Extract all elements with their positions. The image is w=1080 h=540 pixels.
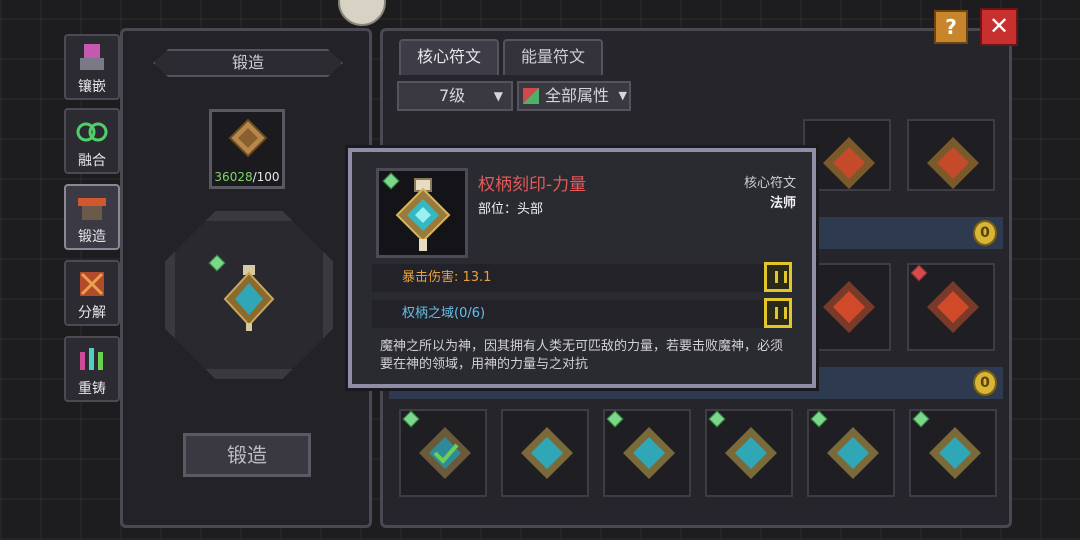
- rune-icon: [929, 427, 981, 479]
- lock-icon[interactable]: [764, 262, 792, 292]
- material-need: 100: [256, 170, 280, 184]
- attribute-filter-icon: [523, 88, 539, 104]
- material-have: 36028: [214, 170, 253, 184]
- rune-slot[interactable]: [907, 263, 995, 351]
- help-button[interactable]: ?: [934, 10, 968, 44]
- rune-slot[interactable]: [603, 409, 691, 497]
- side-nav: 镶嵌 融合 锻造 分解 重铸: [60, 30, 126, 410]
- rune-icon: [725, 427, 777, 479]
- stat-row: 暴击伤害: 13.1: [372, 262, 792, 292]
- rune-slot[interactable]: [501, 409, 589, 497]
- rune-slot[interactable]: [807, 409, 895, 497]
- rune-class: 法师: [769, 196, 796, 211]
- rune-icon: [927, 137, 979, 189]
- forge-button[interactable]: 锻造: [183, 433, 311, 477]
- rune-slot[interactable]: [907, 119, 995, 191]
- rune-slot-info: 部位：头部: [478, 202, 544, 217]
- rune-icon: [521, 427, 573, 479]
- nav-label: 分解: [78, 305, 106, 321]
- level-filter-value: 7级: [439, 86, 466, 105]
- forge-target-rune-icon[interactable]: [219, 263, 279, 333]
- stat-text: 暴击伤害: 13.1: [402, 270, 492, 285]
- rune-category: 核心符文: [743, 176, 796, 191]
- close-button[interactable]: ✕: [980, 8, 1018, 46]
- nav-fuse[interactable]: 融合: [64, 108, 120, 174]
- rune-slot[interactable]: [705, 409, 793, 497]
- nav-label: 锻造: [78, 229, 106, 245]
- rune-slot[interactable]: [399, 409, 487, 497]
- nav-label: 镶嵌: [78, 79, 106, 95]
- decompose-icon: [80, 272, 104, 296]
- tab-energy-rune[interactable]: 能量符文: [503, 39, 603, 75]
- rune-icon: [419, 427, 471, 479]
- rune-icon: [823, 281, 875, 333]
- inlay-icon: [80, 44, 104, 70]
- nav-inlay[interactable]: 镶嵌: [64, 34, 120, 100]
- nav-forge[interactable]: 锻造: [64, 184, 120, 250]
- chevron-down-icon: ▼: [618, 89, 627, 102]
- tooltip-rune-frame: [376, 168, 468, 258]
- tab-core-rune[interactable]: 核心符文: [399, 39, 499, 75]
- rune-slot[interactable]: [803, 263, 891, 351]
- nav-decompose[interactable]: 分解: [64, 260, 120, 326]
- rune-icon: [623, 427, 675, 479]
- forge-icon: [78, 198, 106, 220]
- forge-title: 锻造: [153, 49, 343, 77]
- material-count: 36028/100: [212, 170, 282, 184]
- rune-tooltip: 权柄刻印-力量 部位：头部 核心符文 法师 暴击伤害: 13.1 权柄之域(0/…: [348, 148, 816, 388]
- coin-icon[interactable]: 0: [973, 220, 997, 246]
- rune-icon: [827, 427, 879, 479]
- rune-slot[interactable]: [803, 119, 891, 191]
- set-bonus-row: 权柄之域(0/6): [372, 298, 792, 328]
- attribute-filter-dropdown[interactable]: 全部属性 ▼: [517, 81, 631, 111]
- rune-icon: [823, 137, 875, 189]
- forge-material-icon: [228, 118, 268, 158]
- rune-icon: [927, 281, 979, 333]
- nav-recast[interactable]: 重铸: [64, 336, 120, 402]
- attribute-filter-value: 全部属性: [545, 86, 610, 105]
- nav-label: 融合: [78, 153, 106, 169]
- lock-icon[interactable]: [764, 298, 792, 328]
- level-filter-dropdown[interactable]: 7级 ▼: [397, 81, 513, 111]
- rune-description: 魔神之所以为神，因其拥有人类无可匹敌的力量，若要击败魔神，必须要在神的领域，用神…: [380, 339, 784, 372]
- fuse-icon: [76, 122, 108, 142]
- recast-icon: [80, 348, 103, 370]
- coin-icon[interactable]: 0: [973, 370, 997, 396]
- rune-slot[interactable]: [909, 409, 997, 497]
- chevron-down-icon: ▼: [493, 89, 503, 103]
- material-slot[interactable]: 36028/100: [209, 109, 285, 189]
- rune-name: 权柄刻印-力量: [478, 175, 587, 195]
- nav-label: 重铸: [78, 381, 106, 397]
- set-bonus-text: 权柄之域(0/6): [402, 306, 486, 321]
- forge-panel: 锻造 36028/100 锻造: [120, 28, 372, 528]
- scepter-rune-icon: [395, 178, 451, 251]
